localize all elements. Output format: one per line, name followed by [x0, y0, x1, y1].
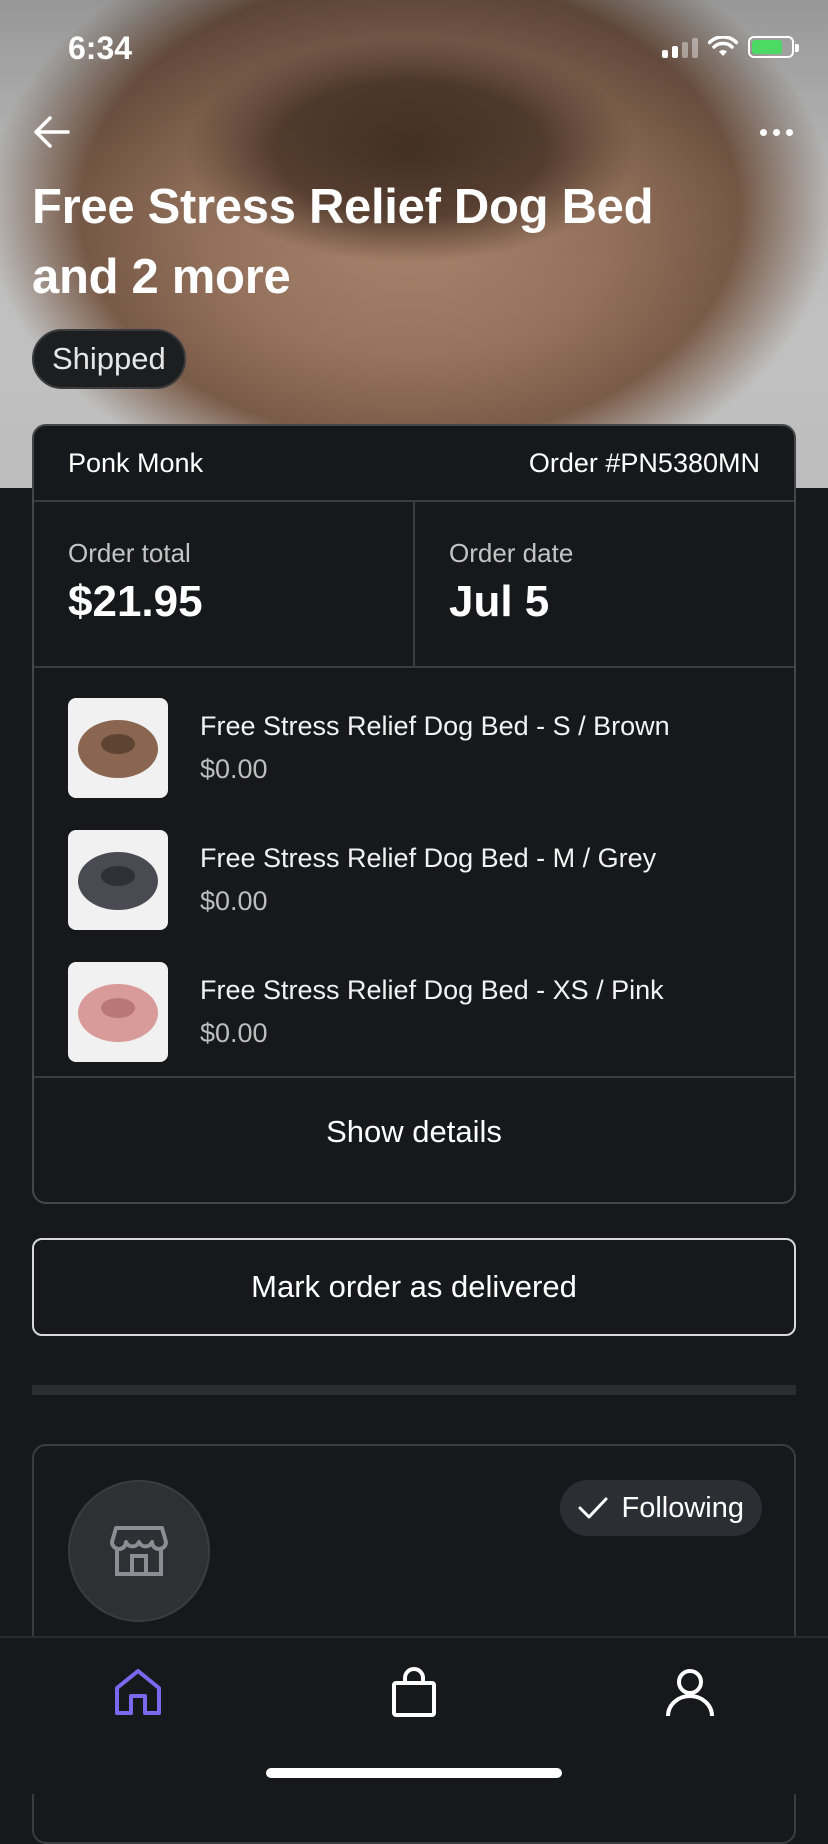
item-price: $0.00: [200, 1018, 268, 1048]
order-date: Order date Jul 5: [413, 502, 794, 666]
bottom-tab-bar: [0, 1636, 828, 1794]
order-date-label: Order date: [449, 538, 574, 568]
order-items: Free Stress Relief Dog Bed - S / Brown $…: [34, 668, 794, 1078]
list-item[interactable]: Free Stress Relief Dog Bed - XS / Pink $…: [68, 962, 760, 1062]
status-icons: [662, 36, 799, 58]
order-total: Order total $21.95: [34, 502, 413, 666]
storefront-icon: [110, 1526, 168, 1576]
item-price: $0.00: [200, 886, 268, 916]
tab-shop[interactable]: [384, 1662, 444, 1722]
show-details-button[interactable]: Show details: [34, 1078, 794, 1186]
tab-profile[interactable]: [660, 1662, 720, 1722]
home-icon: [115, 1669, 161, 1715]
back-arrow-icon[interactable]: [30, 110, 74, 154]
order-date-value: Jul 5: [449, 577, 550, 626]
order-number: Order #PN5380MN: [528, 447, 760, 478]
item-name: Free Stress Relief Dog Bed - M / Grey: [200, 843, 657, 873]
product-thumbnail: [68, 962, 168, 1062]
shop-avatar[interactable]: [68, 1480, 210, 1622]
section-divider: [32, 1385, 796, 1395]
status-badge: Shipped: [32, 329, 186, 389]
mark-delivered-button[interactable]: Mark order as delivered: [32, 1238, 796, 1336]
tab-home[interactable]: [108, 1662, 168, 1722]
item-name: Free Stress Relief Dog Bed - XS / Pink: [200, 975, 664, 1005]
order-stats: Order total $21.95 Order date Jul 5: [34, 502, 794, 668]
home-indicator: [266, 1768, 562, 1778]
more-options-icon[interactable]: [754, 120, 798, 144]
order-total-value: $21.95: [68, 577, 203, 626]
order-total-label: Order total: [68, 538, 191, 568]
checkmark-icon: [578, 1497, 607, 1519]
item-name: Free Stress Relief Dog Bed - S / Brown: [200, 711, 670, 741]
order-card-header: Ponk Monk Order #PN5380MN: [34, 426, 794, 502]
status-bar: 6:34: [0, 0, 828, 100]
product-thumbnail: [68, 698, 168, 798]
wifi-icon: [708, 36, 738, 56]
store-name: Ponk Monk: [68, 447, 204, 478]
product-thumbnail: [68, 830, 168, 930]
signal-icon: [662, 36, 698, 58]
page-title: Free Stress Relief Dog Bed and 2 more: [32, 180, 654, 304]
order-card: Ponk Monk Order #PN5380MN Order total $2…: [32, 424, 796, 1204]
following-button[interactable]: Following: [559, 1480, 762, 1536]
list-item[interactable]: Free Stress Relief Dog Bed - S / Brown $…: [68, 698, 760, 798]
list-item[interactable]: Free Stress Relief Dog Bed - M / Grey $0…: [68, 830, 760, 930]
battery-icon: [748, 36, 799, 58]
following-label: Following: [621, 1491, 745, 1524]
status-time: 6:34: [68, 30, 133, 66]
item-price: $0.00: [200, 754, 268, 784]
profile-icon: [666, 1669, 714, 1717]
bag-icon: [392, 1667, 436, 1717]
